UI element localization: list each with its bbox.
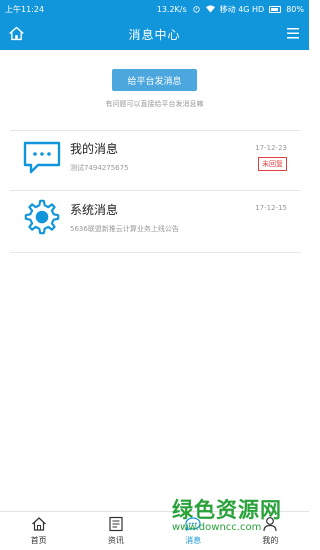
watermark-title: 绿色资源网 [172,498,282,522]
list-item-date: 17-12-23 [255,144,287,152]
list-item-subtitle: 测试7494275675 [70,164,129,172]
gear-icon [24,199,60,235]
divider [10,130,301,131]
carrier-label: 移动 4G HD [219,4,265,14]
list-item-title: 系统消息 [70,203,119,217]
status-right: 13.2K/s 移动 4G HD 80% [157,4,304,15]
divider [10,190,301,191]
watermark-url: www.downcc.com [172,522,262,533]
alarm-icon [192,6,200,13]
tab-home[interactable]: 首页 [0,512,77,550]
list-item-system-messages[interactable]: 系统消息 5636联盟新推云计算业务上线公告 17-12-15 [0,194,309,254]
status-time: 上午11:24 [5,4,45,14]
chat-bubble-icon [23,141,61,174]
list-item-subtitle: 5636联盟新推云计算业务上线公告 [70,225,179,233]
tab-label: 资讯 [107,536,124,545]
tab-label: 首页 [30,536,47,545]
news-icon [109,516,123,532]
send-message-button[interactable]: 给平台发消息 [112,69,197,91]
battery-icon [269,5,282,13]
list-item-title: 我的消息 [70,142,119,156]
page-title: 消息中心 [128,27,181,42]
battery-level: 80% [286,4,304,14]
home-icon[interactable] [8,25,25,42]
app-header: 消息中心 [0,18,309,50]
menu-icon[interactable] [287,28,299,39]
tab-label: 消息 [185,536,202,545]
tab-label: 我的 [262,536,279,545]
home-icon [31,517,46,531]
status-bar: 上午11:24 13.2K/s 移动 4G HD 80% [0,0,309,18]
list-item-date: 17-12-15 [255,204,287,212]
hint-text: 有问题可以直接给平台发消息嘛 [105,100,204,108]
divider [10,252,301,253]
tab-news[interactable]: 资讯 [77,512,154,550]
network-speed: 13.2K/s [156,4,187,14]
list-item-my-messages[interactable]: 我的消息 测试7494275675 17-12-23 未回复 [0,134,309,194]
watermark: 绿色资源网 www.downcc.com [172,494,309,533]
wifi-icon [205,5,215,13]
unreplied-badge: 未回复 [258,157,287,171]
